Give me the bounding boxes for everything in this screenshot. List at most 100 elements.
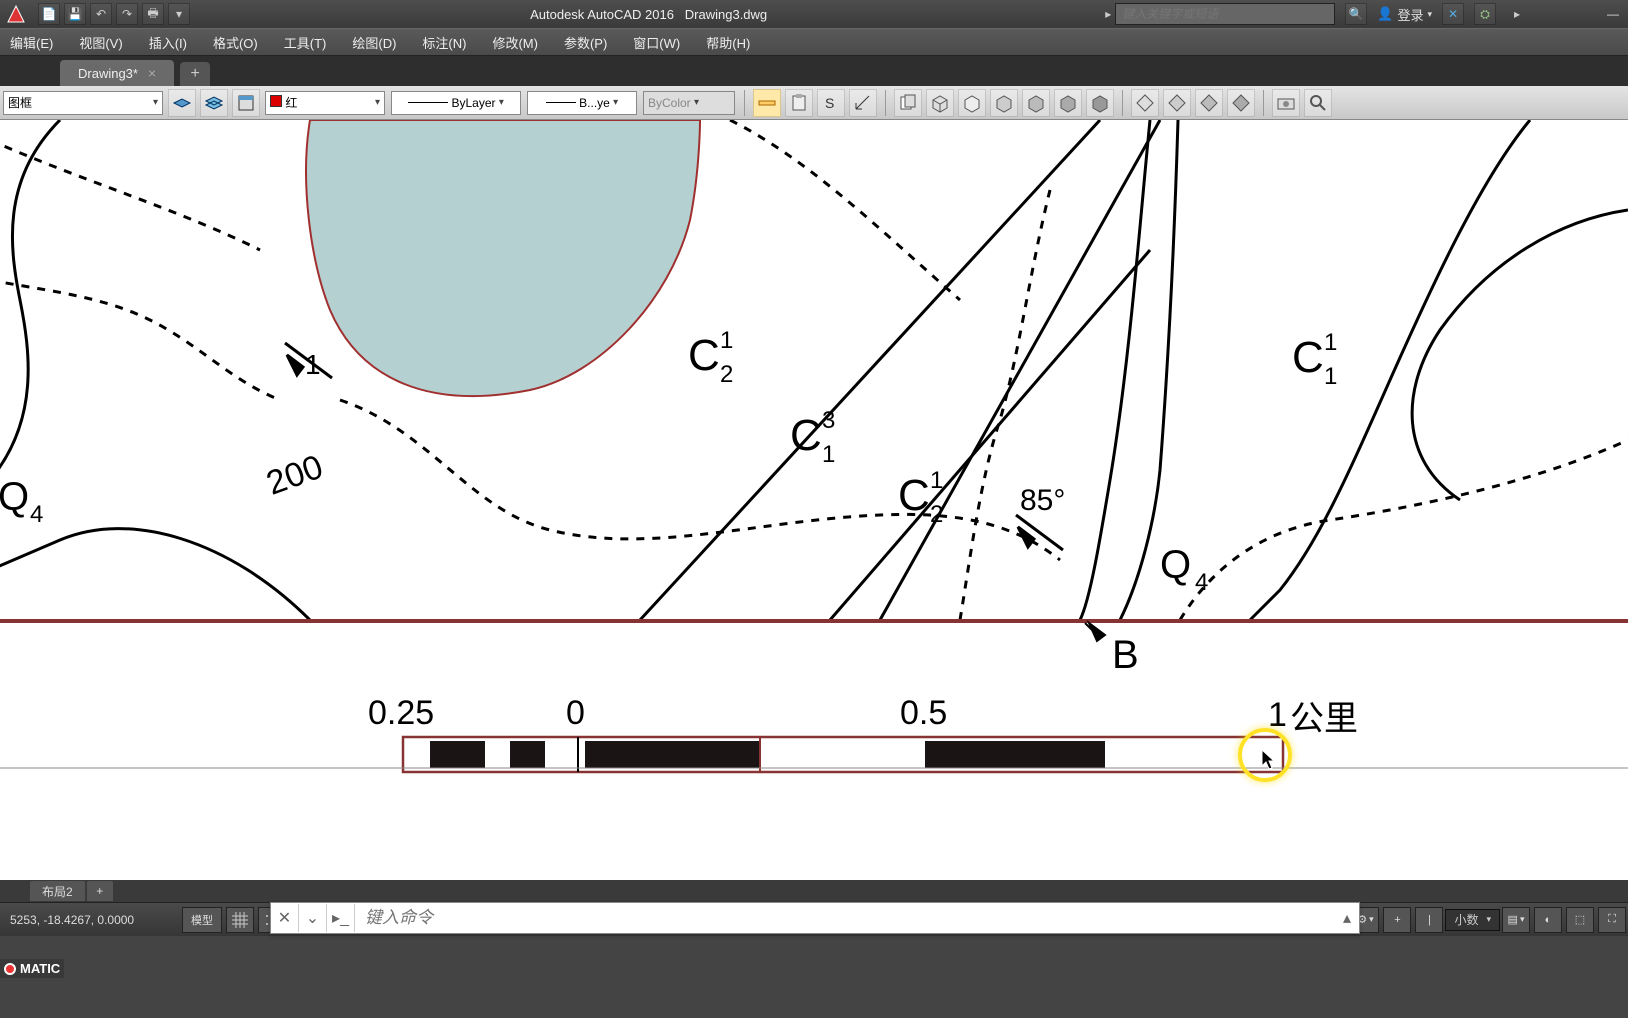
help-dropdown-icon[interactable]: ▸ <box>1506 3 1528 25</box>
layout-tab-2[interactable]: 布局2 <box>30 881 85 901</box>
cmdline-options-icon[interactable]: ⌄ <box>299 904 327 932</box>
command-input[interactable] <box>355 908 1335 928</box>
close-tab-icon[interactable]: × <box>148 65 156 81</box>
svg-text:4: 4 <box>1195 569 1208 596</box>
units-selector[interactable]: 小数▾ <box>1445 909 1500 931</box>
print-icon[interactable]: 🖶 <box>142 3 164 25</box>
svg-text:3: 3 <box>822 407 835 434</box>
num-1: 1 <box>305 349 321 380</box>
menu-tools[interactable]: 工具(T) <box>278 31 333 54</box>
layer-props-icon[interactable] <box>232 89 260 117</box>
app-logo-icon[interactable] <box>6 4 26 24</box>
angle-label: 85° <box>1020 484 1065 517</box>
exchange-icon[interactable]: ✕ <box>1442 3 1464 25</box>
svg-text:4: 4 <box>30 501 43 528</box>
menu-param[interactable]: 参数(P) <box>558 31 613 54</box>
box5-icon[interactable] <box>1054 89 1082 117</box>
menu-dimension[interactable]: 标注(N) <box>416 31 472 54</box>
search-subscription-icon[interactable]: 🔍 <box>1345 3 1367 25</box>
box4-icon[interactable] <box>1022 89 1050 117</box>
camera-icon[interactable] <box>1272 89 1300 117</box>
text-icon[interactable]: S <box>817 89 845 117</box>
save-icon[interactable]: 💾 <box>64 3 86 25</box>
scale-bar: 0.25 0 0.5 1 公里 <box>368 694 1358 772</box>
dimension-icon[interactable] <box>849 89 877 117</box>
menu-edit[interactable]: 编辑(E) <box>4 31 59 54</box>
units-plus-icon[interactable]: + <box>1383 907 1411 933</box>
minimize-button[interactable]: — <box>1598 4 1628 24</box>
linetype-selector[interactable]: ByLayer ▾ <box>391 91 521 115</box>
add-tab-button[interactable]: + <box>180 62 210 86</box>
paste-icon[interactable] <box>785 89 813 117</box>
clipboard-icon[interactable] <box>894 89 922 117</box>
user-icon: 👤 <box>1377 6 1393 22</box>
svg-text:2: 2 <box>720 361 733 388</box>
svg-text:0: 0 <box>566 694 585 732</box>
isolate-icon[interactable]: ⬚ <box>1566 907 1594 933</box>
close-cmdline-icon[interactable]: ✕ <box>271 904 299 932</box>
color-selector[interactable]: 红▾ <box>265 91 385 115</box>
box3-icon[interactable] <box>990 89 1018 117</box>
menu-modify[interactable]: 修改(M) <box>486 31 544 54</box>
menu-format[interactable]: 格式(O) <box>207 31 264 54</box>
model-space-button[interactable]: 模型 <box>182 907 222 933</box>
diamond1-icon[interactable] <box>1131 89 1159 117</box>
document-tab[interactable]: Drawing3* × <box>60 60 174 86</box>
measure-icon[interactable] <box>753 89 781 117</box>
units-lock-icon[interactable]: | <box>1415 907 1443 933</box>
diamond2-icon[interactable] <box>1163 89 1191 117</box>
layer-selector[interactable]: 图框▾ <box>3 91 163 115</box>
menu-help[interactable]: 帮助(H) <box>700 31 756 54</box>
title-bar: 📄 💾 ↶ ↷ 🖶 ▾ Autodesk AutoCAD 2016 Drawin… <box>0 0 1628 28</box>
menu-insert[interactable]: 插入(I) <box>143 31 193 54</box>
command-line[interactable]: ✕ ⌄ ▸_ ▴ <box>270 902 1360 934</box>
grid-icon[interactable] <box>226 907 254 933</box>
clean-screen-icon[interactable]: ⛶ <box>1598 907 1626 933</box>
menu-draw[interactable]: 绘图(D) <box>346 31 402 54</box>
svg-text:C: C <box>1292 333 1324 382</box>
box2-icon[interactable] <box>958 89 986 117</box>
a360-icon[interactable]: ⛭ <box>1474 3 1496 25</box>
svg-text:1: 1 <box>930 467 943 494</box>
diamond3-icon[interactable] <box>1195 89 1223 117</box>
login-button[interactable]: 👤 登录 ▾ <box>1377 5 1432 24</box>
infocenter-arrow-icon[interactable]: ▸ <box>1101 3 1115 25</box>
add-layout-button[interactable]: + <box>87 881 113 901</box>
search-input[interactable] <box>1116 7 1334 21</box>
coordinates-display[interactable]: 5253, -18.4267, 0.0000 <box>0 913 180 927</box>
cmdline-expand-icon[interactable]: ▴ <box>1335 904 1359 932</box>
svg-text:1: 1 <box>822 441 835 468</box>
svg-text:2: 2 <box>930 501 943 528</box>
svg-text:C: C <box>790 411 822 460</box>
zoom-icon[interactable] <box>1304 89 1332 117</box>
svg-text:S: S <box>825 95 834 111</box>
menu-view[interactable]: 视图(V) <box>73 31 128 54</box>
svg-text:Q: Q <box>0 475 29 519</box>
box6-icon[interactable] <box>1086 89 1114 117</box>
redo-icon[interactable]: ↷ <box>116 3 138 25</box>
undo-icon[interactable]: ↶ <box>90 3 112 25</box>
diamond4-icon[interactable] <box>1227 89 1255 117</box>
layer-state-icon[interactable] <box>168 89 196 117</box>
record-icon <box>4 963 16 975</box>
menu-window[interactable]: 窗口(W) <box>627 31 686 54</box>
point-b: B <box>1112 633 1139 677</box>
quick-access-toolbar: 📄 💾 ↶ ↷ 🖶 ▾ <box>32 3 196 25</box>
box1-icon[interactable] <box>926 89 954 117</box>
lineweight-selector[interactable]: B...ye ▾ <box>527 91 637 115</box>
infocenter-search[interactable] <box>1115 3 1335 25</box>
quick-props-icon[interactable]: ▤▾ <box>1502 907 1530 933</box>
svg-text:C: C <box>688 331 720 380</box>
drawing-content: C12 C31 C12 C11 Q4 Q4 85° 200 1 B 0.25 0… <box>0 120 1628 880</box>
cmdline-prompt-icon[interactable]: ▸_ <box>327 904 355 932</box>
svg-text:1: 1 <box>1324 363 1337 390</box>
svg-text:0.25: 0.25 <box>368 694 434 732</box>
qat-dropdown-icon[interactable]: ▾ <box>168 3 190 25</box>
plotstyle-selector: ByColor ▾ <box>643 91 735 115</box>
new-icon[interactable]: 📄 <box>38 3 60 25</box>
drawing-canvas[interactable]: C12 C31 C12 C11 Q4 Q4 85° 200 1 B 0.25 0… <box>0 120 1628 880</box>
svg-text:1: 1 <box>1324 329 1337 356</box>
hardware-accel-icon[interactable]: ◐ <box>1534 907 1562 933</box>
svg-text:0.5: 0.5 <box>900 694 947 732</box>
layer-prev-icon[interactable] <box>200 89 228 117</box>
